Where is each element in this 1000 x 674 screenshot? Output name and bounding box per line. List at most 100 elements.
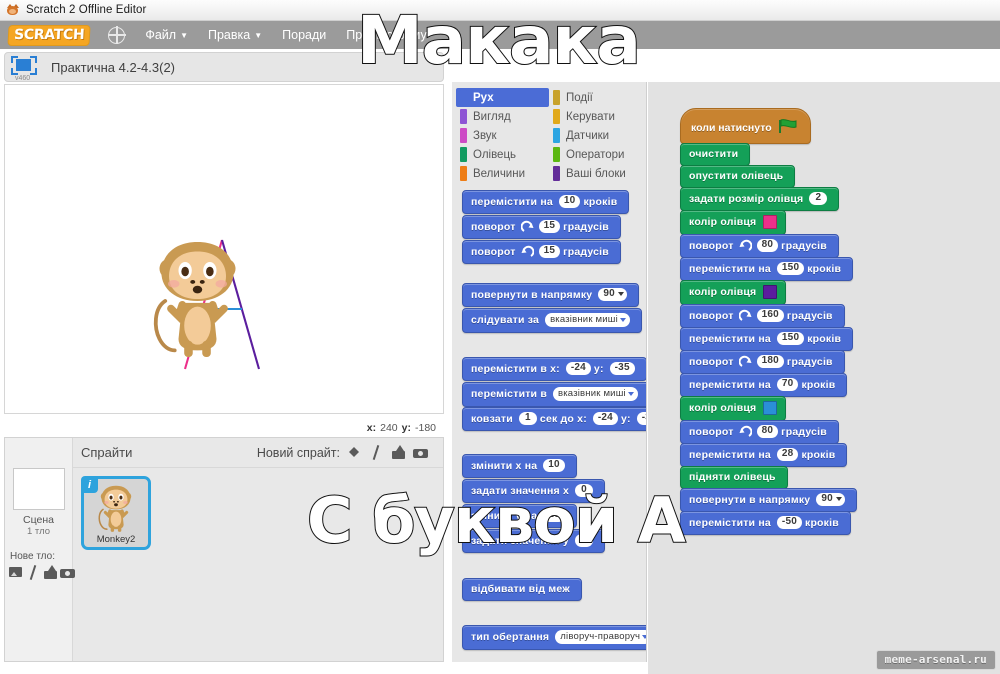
monkey-sprite[interactable] (150, 240, 245, 360)
block-move-28[interactable]: перемістити на 28 кроків (680, 443, 848, 467)
block-number-input[interactable]: 15 (538, 245, 561, 258)
block-number-input[interactable]: 80 (756, 425, 779, 438)
block-go-to[interactable]: перемістити в вказівник миші (462, 382, 646, 407)
block-pen-down[interactable]: опустити олівець (680, 165, 796, 188)
block-number-input[interactable]: -24 (592, 412, 618, 425)
block-number-input[interactable]: 10 (543, 459, 565, 472)
block-move-70[interactable]: перемістити на 70 кроків (680, 373, 848, 397)
block-move-steps[interactable]: перемістити на 10 кроків (462, 190, 630, 214)
sprite-card-monkey2[interactable]: i Monkey2 (81, 476, 151, 550)
choose-sprite-icon[interactable] (347, 445, 362, 460)
block-color-swatch[interactable] (763, 285, 778, 299)
block-set-pen-color-1[interactable]: колір олівця (680, 210, 787, 235)
block-number-dropdown[interactable]: 90 (598, 288, 627, 301)
palette-category-олівець[interactable]: Олівець (456, 145, 549, 164)
block-number-input[interactable]: 150 (776, 332, 805, 345)
block-label: градусів (781, 425, 827, 438)
block-move-neg50[interactable]: перемістити на -50 кроків (680, 511, 851, 535)
block-set-pen-color-3[interactable]: колір олівця (680, 396, 787, 421)
script-block-row: колір олівця (680, 210, 857, 235)
block-turn-left-80[interactable]: поворот 80 градусів (680, 234, 839, 258)
globe-icon[interactable] (107, 25, 126, 45)
chevron-down-icon: ▼ (180, 31, 188, 40)
block-dropdown[interactable]: вказівник миші (553, 387, 638, 401)
stage-column: Сцена 1 тло Нове тло: (5, 438, 75, 661)
block-dropdown[interactable]: ліворуч-праворуч (555, 630, 646, 644)
category-label: Датчики (566, 129, 610, 142)
coord-y-value: -180 (414, 422, 436, 434)
block-point-in-direction[interactable]: повернути в напрямку 90 (462, 283, 639, 307)
block-set-pen-size[interactable]: задати розмір олівця 2 (680, 187, 840, 211)
camera-backdrop-icon[interactable] (60, 565, 75, 578)
block-color-swatch[interactable] (763, 401, 778, 415)
choose-backdrop-icon[interactable] (9, 565, 22, 578)
palette-category-датчики[interactable]: Датчики (549, 126, 642, 145)
block-number-input[interactable]: 28 (776, 448, 799, 461)
palette-category-оператори[interactable]: Оператори (549, 145, 642, 164)
block-number-input[interactable]: 150 (776, 262, 805, 275)
block-move-150-b[interactable]: перемістити на 150 кроків (680, 327, 854, 351)
block-color-swatch[interactable] (763, 215, 778, 229)
palette-category-рух[interactable]: Рух (456, 88, 549, 107)
palette-category-події[interactable]: Події (549, 88, 642, 107)
block-number-dropdown[interactable]: 90 (816, 493, 845, 506)
script-block-row: колір олівця (680, 280, 857, 305)
sprite-info-icon[interactable]: i (81, 476, 98, 493)
block-number-input[interactable]: 70 (776, 378, 799, 391)
block-when-flag-clicked[interactable]: коли натиснуто (680, 108, 811, 144)
scripts-area[interactable]: коли натиснуто очистити опустити олівець з… (648, 82, 1000, 674)
block-number-input[interactable]: 10 (558, 195, 581, 208)
camera-sprite-icon[interactable] (413, 445, 428, 460)
upload-backdrop-icon[interactable] (43, 565, 57, 579)
palette-block-row: поворот 15 градусів (452, 240, 621, 264)
block-turn-left-15[interactable]: поворот 15 градусів (462, 240, 621, 264)
menu-item-file[interactable]: Файл ▼ (145, 28, 188, 42)
paint-backdrop-icon[interactable] (26, 565, 39, 578)
block-number-input[interactable]: 1 (518, 412, 537, 425)
palette-category-ваші-блоки[interactable]: Ваші блоки (549, 164, 642, 183)
block-move-150-a[interactable]: перемістити на 150 кроків (680, 257, 854, 281)
block-point-towards[interactable]: слідувати за вказівник миші (462, 308, 642, 333)
palette-category-вигляд[interactable]: Вигляд (456, 107, 549, 126)
block-clear[interactable]: очистити (680, 143, 751, 166)
fullscreen-stage-icon[interactable]: v460 (11, 56, 37, 82)
block-number-input[interactable]: 2 (809, 192, 828, 205)
block-turn-left-80-b[interactable]: поворот 80 градусів (680, 420, 839, 444)
block-turn-right-15[interactable]: поворот 15 градусів (462, 215, 621, 239)
block-number-input[interactable]: 180 (756, 355, 784, 368)
block-point-in-direction-90[interactable]: повернути в напрямку 90 (680, 488, 857, 512)
palette-category-звук[interactable]: Звук (456, 126, 549, 145)
category-label: Події (566, 91, 593, 104)
block-number-input[interactable]: -24 (565, 362, 591, 375)
palette-category-величини[interactable]: Величини (456, 164, 549, 183)
block-label: поворот (689, 309, 734, 322)
block-glide-to-xy[interactable]: ковзати 1сек до x: -24y: -35 (462, 407, 646, 431)
block-turn-right-180[interactable]: поворот 180 градусів (680, 350, 845, 374)
scratch-logo[interactable]: SCRATCH (7, 24, 91, 46)
block-number-input[interactable]: -35 (609, 362, 635, 375)
block-number-input[interactable]: -50 (776, 516, 802, 529)
block-turn-right-160[interactable]: поворот 160 градусів (680, 304, 845, 328)
block-change-x-by[interactable]: змінити x на 10 (462, 454, 577, 478)
upload-sprite-icon[interactable] (391, 445, 406, 460)
block-pen-up[interactable]: підняти олівець (680, 466, 788, 489)
block-number-input[interactable]: 80 (756, 239, 779, 252)
palette-category-керувати[interactable]: Керувати (549, 107, 642, 126)
stage-thumbnail[interactable] (12, 468, 65, 510)
category-label: Ваші блоки (566, 167, 626, 180)
menu-item-tips[interactable]: Поради (282, 28, 326, 42)
block-label: повернути в напрямку (471, 288, 593, 301)
menu-item-edit[interactable]: Правка ▼ (208, 28, 262, 42)
block-label: опустити олівець (689, 170, 784, 182)
paint-sprite-icon[interactable] (369, 445, 384, 460)
block-set-rotation-style[interactable]: тип обертання ліворуч-праворуч (462, 625, 646, 650)
block-set-pen-color-2[interactable]: колір олівця (680, 280, 787, 305)
block-go-to-xy[interactable]: перемістити в x: -24 y: -35 (462, 357, 646, 381)
block-number-input[interactable]: 15 (538, 220, 561, 233)
stage-canvas[interactable] (4, 84, 444, 414)
block-dropdown[interactable]: вказівник миші (545, 313, 630, 327)
coord-x-value: 240 (380, 422, 398, 434)
block-number-input[interactable]: 160 (756, 309, 784, 322)
block-if-on-edge-bounce[interactable]: відбивати від меж (462, 578, 582, 601)
block-number-input[interactable]: -35 (636, 412, 646, 425)
